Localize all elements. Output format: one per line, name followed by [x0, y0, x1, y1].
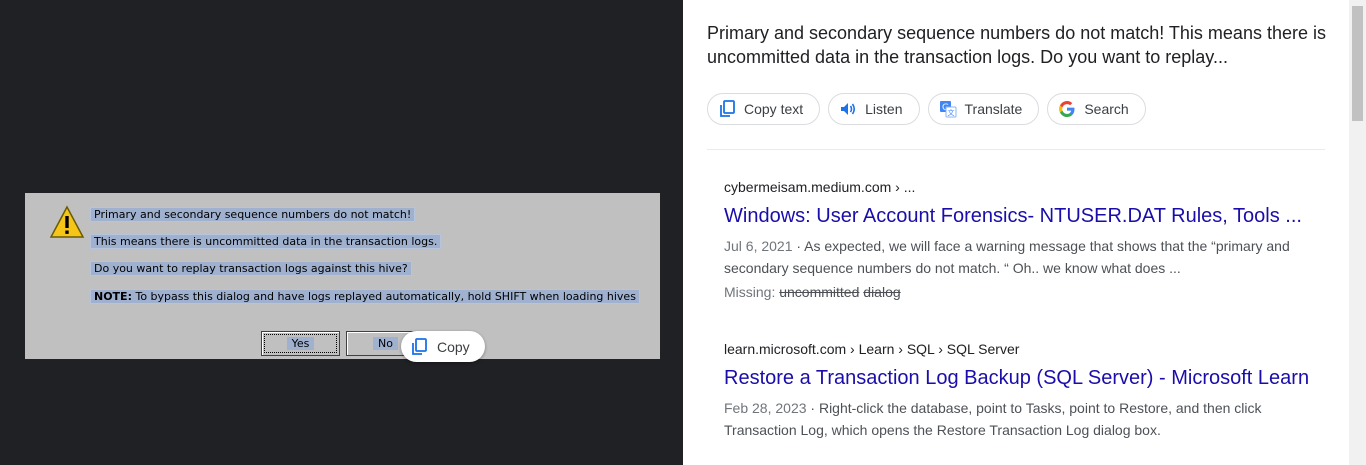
- results-pane: Primary and secondary sequence numbers d…: [683, 0, 1366, 465]
- warning-icon: [49, 205, 85, 238]
- translate-label: Translate: [964, 101, 1023, 117]
- result-title-link[interactable]: Windows: User Account Forensics- NTUSER.…: [724, 203, 1314, 229]
- copy-text-button[interactable]: Copy text: [707, 93, 821, 125]
- copy-icon: [412, 337, 427, 355]
- copy-icon: [718, 100, 736, 118]
- dialog-line-2[interactable]: This means there is uncommitted data in …: [89, 234, 442, 250]
- result-title-link[interactable]: Restore a Transaction Log Backup (SQL Se…: [724, 365, 1314, 391]
- listen-label: Listen: [865, 101, 903, 117]
- action-bar: Copy text Listen G文 Translate S: [707, 93, 1146, 125]
- missing-term: dialog: [863, 284, 901, 300]
- translate-button[interactable]: G文 Translate: [927, 93, 1040, 125]
- search-result: cybermeisam.medium.com › ... Windows: Us…: [724, 177, 1314, 300]
- svg-text:文: 文: [947, 108, 954, 117]
- search-label: Search: [1084, 101, 1129, 117]
- dialog-line-3[interactable]: Do you want to replay transaction logs a…: [90, 261, 412, 277]
- result-missing-terms: Missing: uncommitted dialog: [724, 284, 901, 300]
- result-snippet: Feb 28, 2023 · Right-click the database,…: [724, 400, 1262, 438]
- translate-icon: G文: [939, 100, 957, 118]
- detected-text: Primary and secondary sequence numbers d…: [707, 23, 1326, 67]
- search-button[interactable]: Search: [1047, 93, 1146, 125]
- speaker-icon: [839, 100, 857, 118]
- search-result: learn.microsoft.com › Learn › SQL › SQL …: [724, 339, 1314, 441]
- listen-button[interactable]: Listen: [828, 93, 920, 125]
- result-snippet: Jul 6, 2021 · As expected, we will face …: [724, 238, 1290, 276]
- dialog-screenshot: Primary and secondary sequence numbers d…: [25, 193, 660, 359]
- copy-chip-label: Copy: [437, 338, 470, 355]
- copy-text-label: Copy text: [744, 101, 804, 117]
- result-breadcrumb: cybermeisam.medium.com › ...: [724, 179, 916, 195]
- yes-button[interactable]: Yes: [261, 331, 340, 356]
- divider: [707, 149, 1325, 150]
- dialog-note-line[interactable]: NOTE: To bypass this dialog and have log…: [90, 289, 640, 305]
- google-icon: [1058, 100, 1076, 118]
- scrollbar-thumb[interactable]: [1352, 6, 1363, 121]
- result-breadcrumb: learn.microsoft.com › Learn › SQL › SQL …: [724, 341, 1020, 357]
- scrollbar[interactable]: [1349, 0, 1366, 465]
- missing-term: uncommitted: [779, 284, 860, 300]
- image-pane: Primary and secondary sequence numbers d…: [0, 0, 683, 465]
- dialog-line-1[interactable]: Primary and secondary sequence numbers d…: [89, 207, 416, 223]
- copy-chip-button[interactable]: Copy: [401, 331, 485, 362]
